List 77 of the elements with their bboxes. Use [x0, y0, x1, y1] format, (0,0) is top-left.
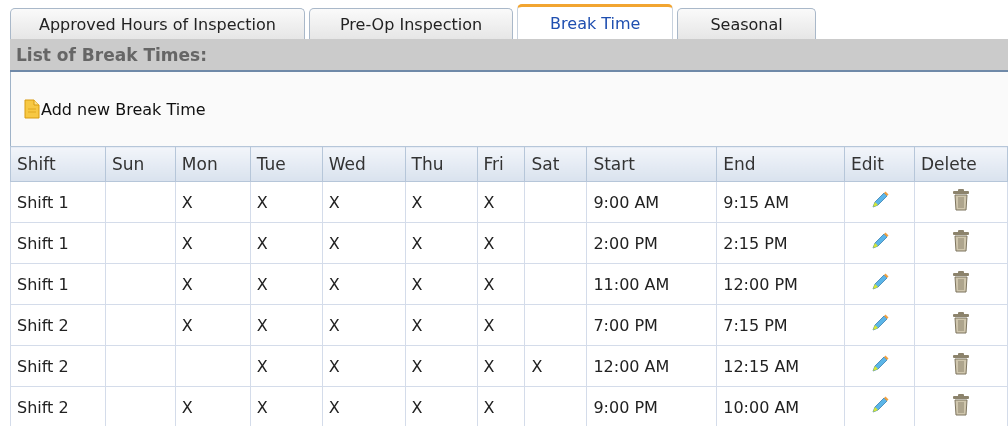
table-cell: X [181, 315, 193, 335]
table-cell: X [328, 397, 340, 417]
add-link[interactable]: Add new Break Time [41, 99, 206, 119]
table-cell: X [256, 315, 268, 335]
table-cell: X [483, 315, 495, 335]
table-cell: X [411, 397, 423, 417]
column-header: Thu [405, 146, 477, 182]
trash-icon[interactable] [952, 312, 970, 334]
table-cell: Shift 1 [10, 263, 106, 305]
table-cell: X [328, 274, 340, 294]
table-cell: 9:00 AM [586, 181, 717, 223]
table-cell: X [411, 356, 423, 376]
column-header: Start [586, 146, 717, 182]
table-cell: X [256, 192, 268, 212]
column-header: Tue [250, 146, 323, 182]
table-cell: Shift 2 [10, 386, 106, 426]
table-cell: X [328, 192, 340, 212]
column-header: Delete [914, 146, 1008, 182]
trash-icon[interactable] [952, 394, 970, 416]
column-header: Shift [10, 146, 106, 182]
tab[interactable]: Approved Hours of Inspection [10, 8, 305, 39]
trash-icon[interactable] [952, 271, 970, 293]
column-header: Edit [844, 146, 915, 182]
table-cell: X [328, 233, 340, 253]
trash-icon[interactable] [952, 189, 970, 211]
table-cell: 9:15 AM [716, 181, 845, 223]
table-cell: X [181, 274, 193, 294]
table-cell: X [256, 233, 268, 253]
table-cell: 2:15 PM [716, 222, 845, 264]
tab[interactable]: Pre-Op Inspection [308, 8, 514, 39]
table-cell: 7:15 PM [716, 304, 845, 346]
table-cell: X [483, 356, 495, 376]
table-cell: X [411, 233, 423, 253]
table-cell: Shift 1 [10, 181, 106, 223]
table-cell: 12:00 PM [716, 263, 845, 305]
table-cell: X [483, 397, 495, 417]
section-title: List of Break Times: [16, 44, 207, 65]
table-cell: Shift 2 [10, 345, 106, 387]
table-cell: X [483, 233, 495, 253]
table-cell: 12:15 AM [716, 345, 845, 387]
table-cell: X [531, 356, 543, 376]
table-cell: Shift 2 [10, 304, 106, 346]
pencil-icon[interactable] [869, 313, 890, 333]
table-cell: X [256, 274, 268, 294]
column-header: Mon [175, 146, 251, 182]
table-cell: X [181, 397, 193, 417]
table-cell: X [411, 315, 423, 335]
trash-icon[interactable] [952, 353, 970, 375]
pencil-icon[interactable] [869, 354, 890, 374]
table-cell: X [483, 192, 495, 212]
table-cell: X [256, 397, 268, 417]
tab[interactable]: Break Time [517, 4, 674, 39]
column-header: Wed [322, 146, 406, 182]
column-header: Sun [105, 146, 176, 182]
table-cell: 7:00 PM [586, 304, 717, 346]
table-cell: 12:00 AM [586, 345, 717, 387]
table-cell: X [328, 315, 340, 335]
pencil-icon[interactable] [869, 272, 890, 292]
document-icon [23, 99, 41, 119]
table-cell: X [483, 274, 495, 294]
table-cell: X [411, 192, 423, 212]
table-cell: X [411, 274, 423, 294]
tab[interactable]: Seasonal [677, 8, 816, 39]
table-cell: X [328, 356, 340, 376]
column-header: Sat [524, 146, 587, 182]
trash-icon[interactable] [952, 230, 970, 252]
table-cell: X [181, 233, 193, 253]
pencil-icon[interactable] [869, 395, 890, 415]
pencil-icon[interactable] [869, 231, 890, 251]
table-cell: X [256, 356, 268, 376]
table-cell: Shift 1 [10, 222, 106, 264]
table-cell: 2:00 PM [586, 222, 717, 264]
pencil-icon[interactable] [869, 190, 890, 210]
table-cell: X [181, 192, 193, 212]
column-header: End [716, 146, 845, 182]
column-header: Fri [477, 146, 525, 182]
table-cell: 11:00 AM [586, 263, 717, 305]
